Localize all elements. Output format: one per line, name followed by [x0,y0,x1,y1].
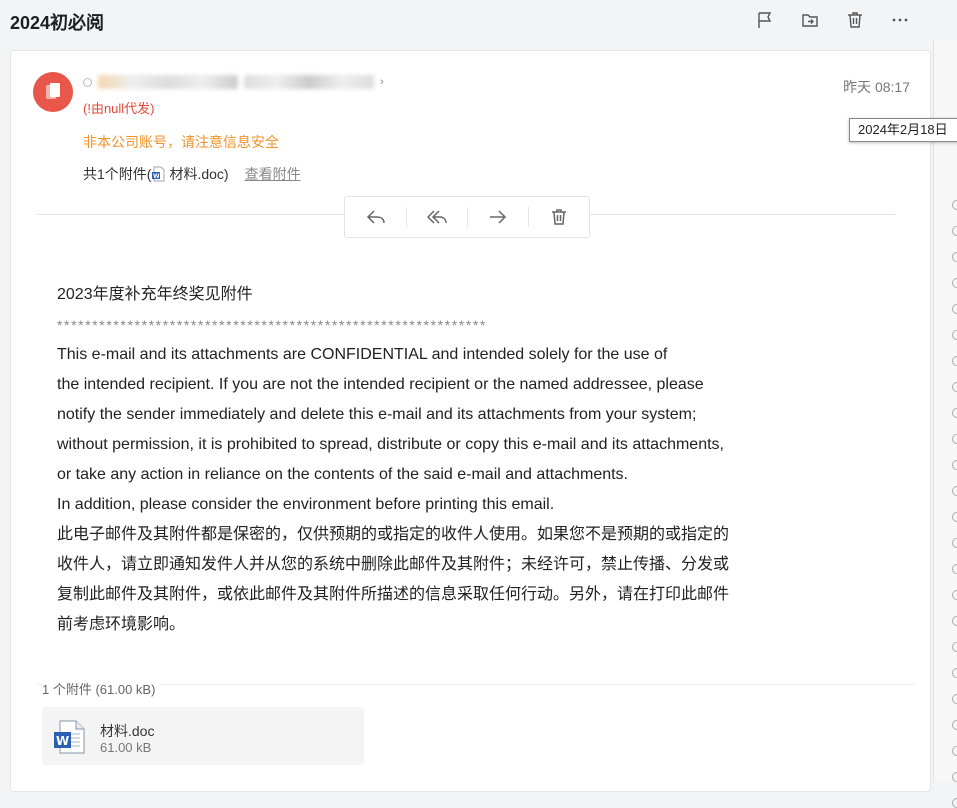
svg-text:W: W [153,173,160,180]
body-line: notify the sender immediately and delete… [57,406,697,423]
flag-icon[interactable] [752,8,778,32]
list-marker-icon [952,382,957,392]
body-line: without permission, it is prohibited to … [57,436,724,453]
chevron-right-icon: › [380,76,384,88]
list-marker-icon [952,616,957,626]
list-marker-icon [952,226,957,236]
body-line: the intended recipient. If you are not t… [57,376,704,393]
presence-status-icon [83,77,92,87]
delete-icon[interactable] [528,197,589,237]
more-icon[interactable] [887,8,913,32]
time-tooltip: 2024年2月18日 [849,118,957,142]
body-line: 此电子邮件及其附件都是保密的，仅供预期的或指定的收件人使用。如果您不是预期的或指… [57,526,730,543]
reply-icon[interactable] [345,197,406,237]
attachment-size: 61.00 kB [100,740,152,755]
list-marker-icon [952,330,957,340]
body-line: 前考虑环境影响。 [57,616,186,633]
list-marker-icon [952,460,957,470]
body-line: This e-mail and its attachments are CONF… [57,346,668,363]
view-attachments-link[interactable]: 查看附件 [245,164,301,184]
list-marker-icon [952,746,957,756]
attachment-summary-line: 共1个附件( W 材料.doc ) 查看附件 [83,164,301,184]
body-line: 收件人，请立即通知发件人并从您的系统中删除此邮件及其附件；未经许可，禁止传播、分… [57,556,730,573]
message-card: › (!由null代发) 非本公司账号，请注意信息安全 共1个附件( W 材料.… [10,50,931,792]
svg-text:W: W [56,734,69,748]
word-doc-icon: W [54,720,85,754]
attachment-card[interactable]: W 材料.doc 61.00 kB [42,707,364,765]
list-marker-icon [952,590,957,600]
attachments-summary: 1 个附件 (61.00 kB) [42,679,162,698]
list-marker-icon [952,486,957,496]
list-marker-icon [952,304,957,314]
document-icon [46,83,60,99]
body-line: or take any action in reliance on the co… [57,466,628,483]
list-marker-icon [952,512,957,522]
attachment-count-suffix: ) [223,166,229,182]
external-account-warning: 非本公司账号，请注意信息安全 [83,134,279,150]
body-line: 复制此邮件及其附件，或依此邮件及其附件所描述的信息采取任何行动。另外，请在打印此… [57,586,730,603]
list-marker-icon [952,642,957,652]
list-marker-icon [952,408,957,418]
attachment-inline-name[interactable]: 材料.doc [169,164,223,184]
body-line: 2023年度补充年终奖见附件 [57,286,253,303]
list-marker-icon [952,694,957,704]
sender-name-redacted [98,75,238,89]
list-marker-icon [952,668,957,678]
list-marker-icon [952,356,957,366]
list-marker-icon [952,278,957,288]
trash-icon[interactable] [842,8,868,32]
list-marker-icon [952,564,957,574]
list-marker-icon [952,798,957,808]
list-marker-icon [952,252,957,262]
attachment-name: 材料.doc [100,723,155,739]
word-doc-icon: W [152,166,166,182]
reply-all-icon[interactable] [406,197,467,237]
body-line: In addition, please consider the environ… [57,496,555,513]
attachment-count-prefix: 共1个附件( [83,166,152,182]
proxy-sender-note: (!由null代发) [83,101,155,116]
list-marker-icon [952,720,957,730]
sender-row[interactable]: › [83,74,384,90]
body-separator-line: ****************************************… [57,317,487,333]
avatar[interactable] [33,72,73,112]
message-body: 2023年度补充年终奖见附件 *************************… [57,280,807,640]
move-to-folder-icon[interactable] [797,8,823,32]
sender-address-redacted [244,75,374,89]
list-marker-icon [952,434,957,444]
list-marker-icon [952,200,957,210]
list-marker-icon [952,538,957,548]
top-toolbar [752,8,913,32]
quick-action-bar [344,196,590,238]
list-marker-icon [952,772,957,782]
attachments-divider [37,684,915,685]
side-panel-edge [933,40,957,808]
forward-icon[interactable] [467,197,528,237]
message-time[interactable]: 昨天 08:17 [843,77,910,97]
top-bar: 2024初必阅 [0,0,957,40]
page-title: 2024初必阅 [10,13,105,33]
